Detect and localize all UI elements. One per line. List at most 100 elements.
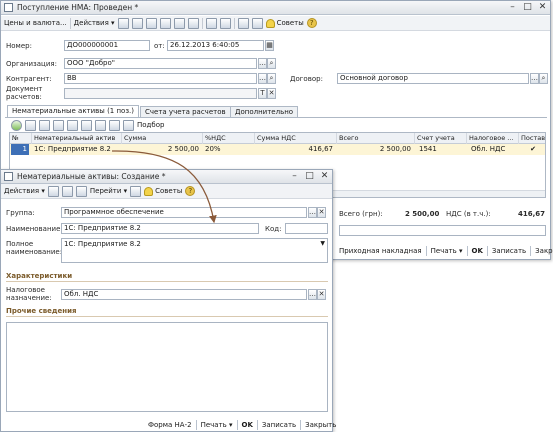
copy-icon[interactable] xyxy=(131,17,143,29)
advice-button[interactable]: Советы xyxy=(265,18,304,28)
number-field[interactable]: ДО000000001 xyxy=(64,40,150,51)
tax-purpose-cell[interactable]: Обл. НДС xyxy=(469,144,519,155)
comment-field[interactable] xyxy=(339,225,546,236)
status-separator xyxy=(425,246,427,256)
settlement-doc-field[interactable] xyxy=(64,88,257,99)
sum-cell[interactable]: 2 500,00 xyxy=(122,144,201,155)
table-row[interactable]: 1 1С: Предприятие 8.2 2 500,00 20% 416,6… xyxy=(10,144,545,155)
save-icon[interactable] xyxy=(47,185,59,197)
tab-intangible-assets[interactable]: Нематериальные активы (1 поз.) xyxy=(7,105,140,117)
maximize-button[interactable]: □ xyxy=(523,2,532,13)
asset-dialog: Нематериальные активы: Создание * – □ ✕ … xyxy=(0,169,336,432)
goto-menu[interactable]: Перейти ▾ xyxy=(90,187,127,195)
save-button[interactable]: Записать xyxy=(262,421,296,429)
refresh-icon[interactable] xyxy=(159,17,171,29)
form-na2-button[interactable]: Форма НА-2 xyxy=(148,421,192,429)
select-button[interactable]: Подбор xyxy=(137,121,164,129)
column-header[interactable]: Счет учета xyxy=(415,133,467,144)
vat-sum-cell[interactable]: 416,67 xyxy=(255,144,335,155)
close-button[interactable]: ✕ xyxy=(538,2,547,13)
contract-search-icon[interactable]: ⌕ xyxy=(539,73,548,84)
print-menu-button[interactable]: Печать ▾ xyxy=(201,421,233,429)
end-edit-icon[interactable] xyxy=(67,119,78,131)
copy-icon[interactable] xyxy=(61,185,73,197)
minimize-button[interactable]: – xyxy=(508,2,517,13)
actions-menu[interactable]: Действия ▾ xyxy=(4,187,45,195)
close-window-button[interactable]: Закрыть xyxy=(535,247,553,255)
sort-descending-icon[interactable] xyxy=(123,119,134,131)
print-menu-button[interactable]: Печать ▾ xyxy=(431,247,463,255)
vat-rate-cell[interactable]: 20% xyxy=(203,144,255,155)
save-button[interactable]: Записать xyxy=(492,247,526,255)
tax-purpose-select-button[interactable]: … xyxy=(308,289,317,300)
prices-currency-button[interactable]: Цены и валюта... xyxy=(4,19,67,27)
group-select-button[interactable]: … xyxy=(308,207,317,218)
maximize-button[interactable]: □ xyxy=(305,171,314,182)
name-field[interactable]: 1С: Предприятие 8.2 xyxy=(61,223,259,234)
refresh-icon[interactable] xyxy=(75,185,87,197)
tree-icon[interactable] xyxy=(237,17,249,29)
total-cell[interactable]: 2 500,00 xyxy=(337,144,413,155)
list-icon[interactable] xyxy=(251,17,263,29)
dt-kt-icon[interactable] xyxy=(205,17,217,29)
settlement-doc-clear-button[interactable]: ✕ xyxy=(267,88,276,99)
column-header[interactable]: Налоговое ... xyxy=(467,133,519,144)
move-up-icon[interactable] xyxy=(81,119,92,131)
calendar-button[interactable]: ▦ xyxy=(265,40,274,51)
organization-search-icon[interactable]: ⌕ xyxy=(267,58,276,69)
invoice-print-button[interactable]: Приходная накладная xyxy=(339,247,422,255)
chevron-down-icon[interactable]: ▼ xyxy=(320,240,325,247)
column-header[interactable]: Сумма НДС xyxy=(255,133,337,144)
tax-purpose-field[interactable]: Обл. НДС xyxy=(61,289,307,300)
list-icon[interactable] xyxy=(130,185,142,197)
edit-row-icon[interactable] xyxy=(39,119,50,131)
settlement-doc-type-button[interactable]: T xyxy=(258,88,267,99)
ok-button[interactable]: OK xyxy=(242,421,253,429)
structure-icon[interactable] xyxy=(173,17,185,29)
save-icon[interactable] xyxy=(117,17,129,29)
contract-select-button[interactable]: … xyxy=(530,73,539,84)
column-header[interactable]: Сумма xyxy=(122,133,203,144)
column-header[interactable]: Нематериальный актив xyxy=(32,133,122,144)
close-button[interactable]: ✕ xyxy=(320,171,329,182)
help-icon[interactable]: ? xyxy=(306,18,317,28)
advice-button[interactable]: Советы xyxy=(144,186,182,196)
column-header[interactable]: Всего xyxy=(337,133,415,144)
close-window-button[interactable]: Закрыть xyxy=(305,421,336,429)
document-icon[interactable] xyxy=(145,17,157,29)
date-field[interactable]: 26.12.2013 6:40:05 xyxy=(167,40,264,51)
tax-purpose-clear-button[interactable]: ✕ xyxy=(317,289,326,300)
sort-ascending-icon[interactable] xyxy=(109,119,120,131)
actions-menu[interactable]: Действия ▾ xyxy=(74,19,115,27)
group-field[interactable]: Программное обеспечение xyxy=(61,207,307,218)
organization-field[interactable]: ООО "Добро" xyxy=(64,58,257,69)
delete-row-icon[interactable] xyxy=(53,119,64,131)
full-name-textarea[interactable]: 1С: Предприятие 8.2 ▼ xyxy=(61,238,328,263)
code-field[interactable] xyxy=(285,223,328,234)
ok-button[interactable]: OK xyxy=(472,247,483,255)
copy-row-icon[interactable] xyxy=(25,119,36,131)
minimize-button[interactable]: – xyxy=(290,171,299,182)
move-down-icon[interactable] xyxy=(95,119,106,131)
contractor-select-button[interactable]: … xyxy=(258,73,267,84)
contractor-field[interactable]: ВВ xyxy=(64,73,257,84)
main-window-title: Поступление НМА: Проведен * xyxy=(17,3,139,12)
column-header[interactable]: № xyxy=(10,133,32,144)
tab-additional[interactable]: Дополнительно xyxy=(230,106,299,117)
asset-cell[interactable]: 1С: Предприятие 8.2 xyxy=(32,144,122,155)
add-row-icon[interactable] xyxy=(11,119,22,131)
tab-settlement-accounts[interactable]: Счета учета расчетов xyxy=(140,106,231,117)
organization-select-button[interactable]: … xyxy=(258,58,267,69)
group-clear-button[interactable]: ✕ xyxy=(317,207,326,218)
column-header[interactable]: Постав xyxy=(519,133,547,144)
movements-icon[interactable] xyxy=(219,17,231,29)
account-cell[interactable]: 1541 xyxy=(417,144,467,155)
column-header[interactable]: %НДС xyxy=(203,133,255,144)
contractor-search-icon[interactable]: ⌕ xyxy=(267,73,276,84)
based-on-icon[interactable] xyxy=(187,17,199,29)
help-icon[interactable]: ? xyxy=(185,186,196,196)
contract-field[interactable]: Основной договор xyxy=(337,73,529,84)
row-number-cell[interactable]: 1 xyxy=(11,144,29,155)
supplied-checkmark[interactable]: ✔ xyxy=(521,144,545,155)
other-info-textarea[interactable] xyxy=(6,322,328,412)
